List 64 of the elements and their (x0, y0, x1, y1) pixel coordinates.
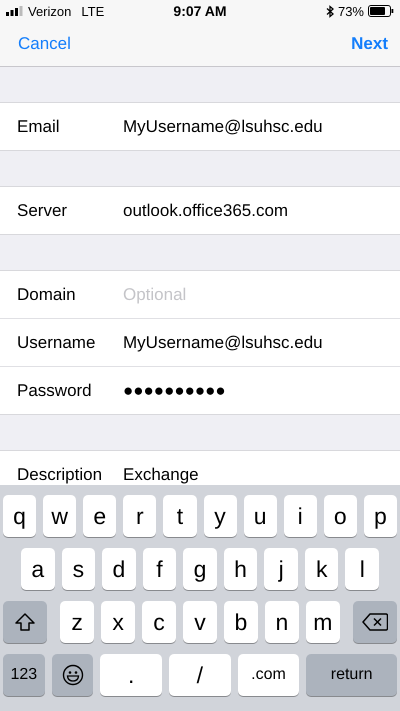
numbers-key[interactable]: 123 (3, 654, 45, 696)
letter-key[interactable]: u (244, 495, 277, 537)
return-key[interactable]: return (306, 654, 397, 696)
letter-key[interactable]: c (142, 601, 176, 643)
letter-key[interactable]: v (183, 601, 217, 643)
letter-key[interactable]: o (324, 495, 357, 537)
letter-key[interactable]: s (62, 548, 96, 590)
form-row[interactable]: Description Exchange (0, 451, 400, 485)
letter-key[interactable]: n (264, 601, 299, 643)
letter-key[interactable]: k (304, 548, 338, 590)
symbol-key[interactable]: / (169, 654, 231, 696)
letter-key[interactable]: x (101, 601, 136, 643)
field-label: Server (17, 200, 68, 220)
letter-key[interactable]: w (43, 495, 76, 537)
letter-key[interactable]: j (264, 548, 298, 590)
letter-key[interactable]: e (83, 495, 116, 537)
field-label: Password (17, 380, 93, 400)
field-label: Username (17, 332, 96, 352)
smiley-icon (62, 664, 84, 686)
form-row[interactable]: Server outlook.office365.com (0, 187, 400, 234)
letter-key[interactable]: y (204, 495, 237, 537)
input-field[interactable]: MyUsername@lsuhsc.edu (123, 116, 400, 136)
form-row[interactable]: Username MyUsername@lsuhsc.edu (0, 319, 400, 367)
letter-key[interactable]: i (284, 495, 317, 537)
input-field[interactable]: Exchange (123, 464, 400, 484)
emoji-key[interactable] (52, 654, 94, 696)
backspace-icon (362, 613, 388, 631)
input-field[interactable]: ●●●●●●●●●● (123, 380, 400, 400)
field-label: Email (17, 116, 61, 136)
letter-key[interactable]: a (20, 548, 55, 590)
input-field[interactable]: outlook.office365.com (123, 200, 400, 220)
letter-key[interactable]: l (345, 548, 380, 590)
input-field[interactable]: Optional (123, 284, 400, 304)
shift-icon (15, 613, 36, 631)
form-row[interactable]: Password ●●●●●●●●●● (0, 367, 400, 414)
form-row[interactable]: Domain Optional (0, 271, 400, 319)
field-label: Domain (17, 284, 77, 304)
letter-key[interactable]: q (3, 495, 36, 537)
letter-key[interactable]: b (224, 601, 258, 643)
next-button[interactable]: Next (351, 34, 388, 54)
field-label: Description (17, 464, 104, 484)
symbol-key[interactable]: . (100, 654, 162, 696)
input-field[interactable]: MyUsername@lsuhsc.edu (123, 332, 400, 352)
letter-key[interactable]: z (60, 601, 94, 643)
battery-percent: 73% (338, 4, 364, 18)
symbol-key[interactable]: .com (238, 654, 300, 696)
letter-key[interactable]: r (123, 495, 156, 537)
letter-key[interactable]: p (364, 495, 397, 537)
shift-key[interactable] (3, 601, 48, 643)
delete-key[interactable] (352, 601, 397, 643)
network-type: LTE (81, 4, 104, 18)
signal-icon (6, 6, 24, 16)
letter-key[interactable]: g (183, 548, 217, 590)
form-row[interactable]: Email MyUsername@lsuhsc.edu (0, 103, 400, 150)
letter-key[interactable]: d (102, 548, 136, 590)
letter-key[interactable]: m (306, 601, 340, 643)
letter-key[interactable]: f (142, 548, 176, 590)
carrier-name: Verizon (28, 4, 72, 18)
battery-icon (368, 5, 394, 17)
letter-key[interactable]: t (163, 495, 196, 537)
cancel-button[interactable]: Cancel (18, 34, 71, 54)
bluetooth-icon (326, 4, 334, 18)
status-time: 9:07 AM (173, 3, 227, 19)
letter-key[interactable]: h (224, 548, 258, 590)
